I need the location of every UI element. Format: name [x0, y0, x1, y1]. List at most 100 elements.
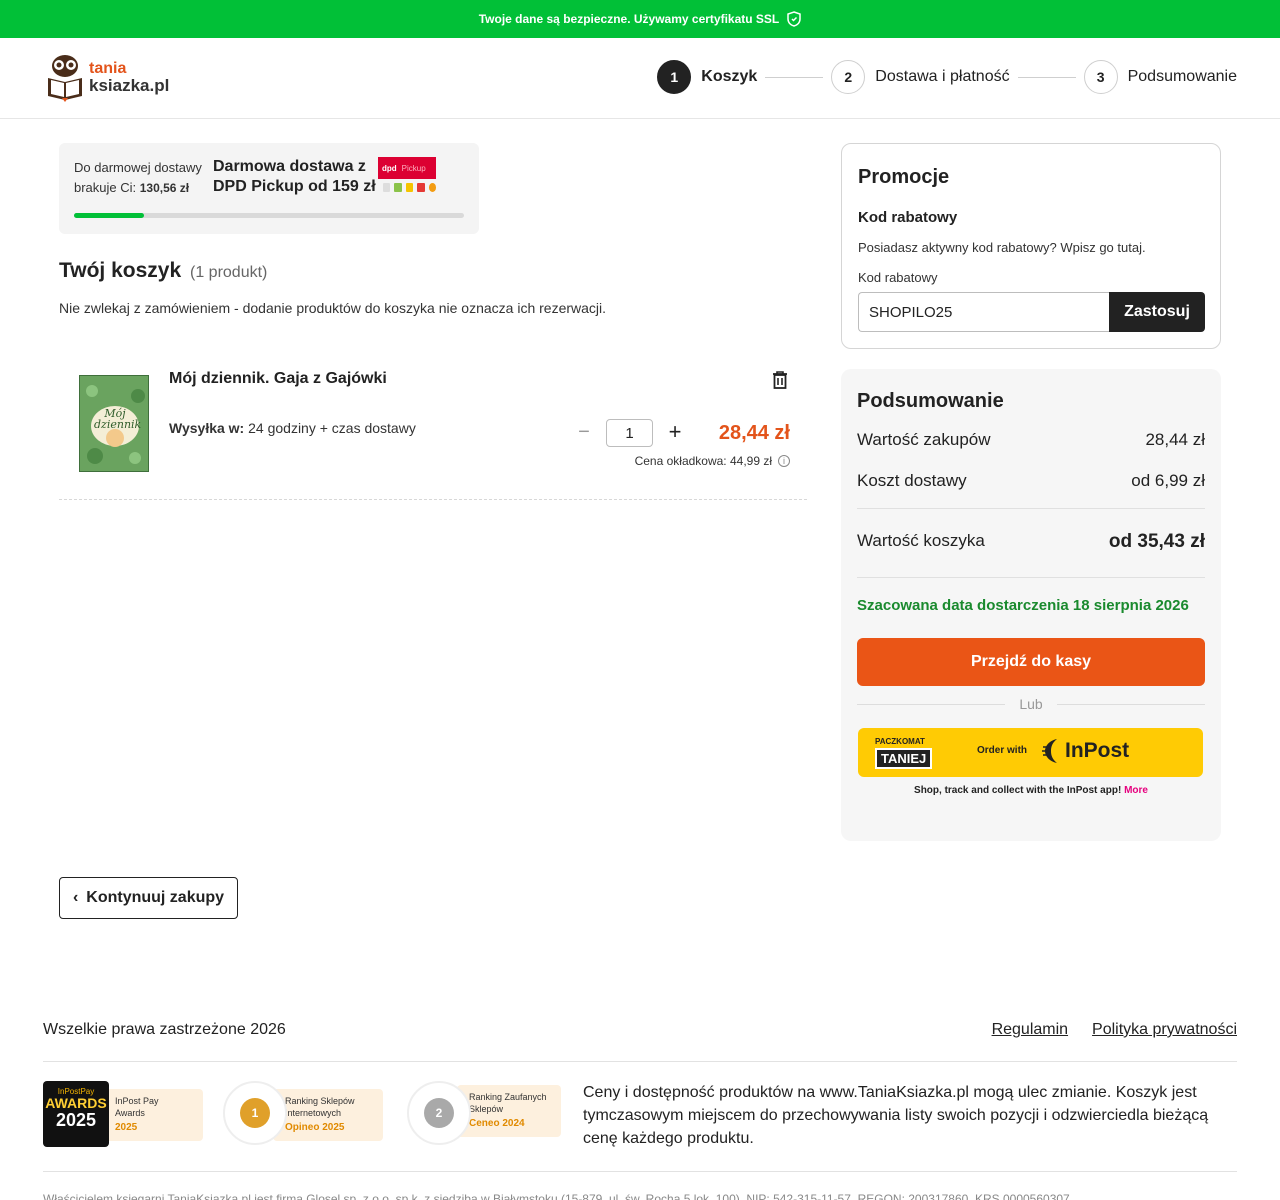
free-shipping-line2: brakuje Ci: 130,56 zł	[74, 178, 202, 198]
partner-icon	[417, 183, 425, 192]
chevron-left-icon: ‹	[72, 889, 79, 906]
inpost-mark-icon	[1042, 739, 1057, 763]
promo-line2: DPD Pickup od 159 zł	[213, 178, 376, 195]
product-name[interactable]: Mój dziennik. Gaja z Gajówki	[169, 370, 387, 388]
medal-icon: 2	[424, 1098, 454, 1128]
terms-link[interactable]: Regulamin	[992, 1021, 1068, 1039]
badge-top-text: PACZKOMAT	[875, 737, 925, 746]
separator-line	[857, 703, 1006, 705]
award-year: 2025	[115, 1122, 138, 1133]
summary-divider	[857, 508, 1205, 509]
pickup-partner-icons	[378, 183, 437, 192]
decrease-quantity-button[interactable]: −	[576, 422, 592, 442]
step-summary: 3 Podsumowanie	[1083, 60, 1237, 94]
privacy-link[interactable]: Polityka prywatności	[1092, 1021, 1237, 1039]
step-label: Koszyk	[701, 68, 758, 85]
trash-icon[interactable]	[771, 370, 789, 390]
opineo-medal: 1	[223, 1081, 287, 1145]
medal-icon: 1	[240, 1098, 270, 1128]
paczkomat-badge: PACZKOMAT TANIEJ	[875, 737, 933, 769]
header: tania ksiazka.pl 1 Koszyk 2 Dostawa i pł…	[0, 38, 1280, 119]
footer-bottom: Właścicielem księgarni TaniaKsiazka.pl j…	[43, 1171, 1237, 1200]
product-cover[interactable]: Mój dziennik	[79, 375, 149, 472]
footer-description: Ceny i dostępność produktów na www.Tania…	[583, 1084, 1209, 1147]
cart-total-row: Wartość koszyka od 35,43 zł	[857, 531, 1205, 553]
shipping-time: Wysyłka w: 24 godziny + czas dostawy	[169, 420, 416, 436]
product-price: 28,44 zł	[718, 422, 790, 444]
delivery-value: od 6,99 zł	[1131, 471, 1205, 490]
promo-panel: Promocje Kod rabatowy Posiadasz aktywny …	[841, 143, 1221, 349]
total-label: Wartość koszyka	[857, 531, 985, 550]
cover-price: Cena okładkowa: 44,99 zł i	[635, 454, 790, 468]
free-shipping-box: Do darmowej dostawy brakuje Ci: 130,56 z…	[59, 143, 479, 234]
badge-year: 2025	[55, 1110, 97, 1130]
step-cart: 1 Koszyk	[657, 60, 757, 94]
dpd-logo: dpd Pickup	[378, 157, 436, 179]
free-shipping-promo: Darmowa dostawa z DPD Pickup od 159 zł	[213, 157, 376, 197]
cart-item: Mój dziennik Mój dziennik. Gaja z Gajówk…	[59, 350, 807, 500]
inpost-brand: InPost	[1065, 739, 1130, 762]
promo-line1: Darmowa dostawa z	[213, 158, 366, 175]
inpost-pay-awards-badge: InPostPay AWARDS 2025	[43, 1081, 109, 1147]
badge-main: AWARDS	[45, 1095, 107, 1111]
free-shipping-prefix: brakuje Ci:	[74, 180, 140, 195]
award-title: InPost Pay	[115, 1096, 159, 1106]
dpd-label: dpd	[382, 163, 397, 173]
order-with-label: Order with	[977, 745, 1028, 756]
ceneo-medal: 2	[407, 1081, 471, 1145]
inpost-more-link[interactable]: More	[1124, 785, 1148, 796]
promo-subtitle: Kod rabatowy	[858, 209, 958, 226]
award-title: Awards	[115, 1108, 145, 1118]
summary-title: Podsumowanie	[857, 390, 1004, 412]
dpd-pickup-logo: dpd Pickup	[378, 157, 437, 195]
step-label: Podsumowanie	[1127, 68, 1237, 85]
award-year: Ceneo 2024	[469, 1118, 525, 1129]
continue-shopping-label: Kontynuuj zakupy	[86, 889, 225, 906]
cart-count: (1 produkt)	[190, 264, 268, 281]
increase-quantity-button[interactable]: +	[665, 421, 685, 443]
inpost-note: Shop, track and collect with the InPost …	[857, 785, 1205, 796]
inpost-note-text: Shop, track and collect with the InPost …	[914, 785, 1125, 796]
free-shipping-remaining: Do darmowej dostawy brakuje Ci: 130,56 z…	[74, 158, 202, 198]
purchase-label: Wartość zakupów	[857, 430, 991, 449]
award-title: Ranking Zaufanych	[469, 1092, 547, 1102]
ssl-text: Twoje dane są bezpieczne. Używamy certyf…	[478, 12, 780, 26]
progress-fill	[74, 213, 145, 218]
award-inpost-pay: InPost Pay Awards 2025 InPostPay AWARDS …	[43, 1081, 203, 1147]
checkout-steps: 1 Koszyk 2 Dostawa i płatność 3 Podsumow…	[657, 60, 1237, 94]
estimated-delivery-date: Szacowana data dostarczenia 18 sierpnia …	[857, 597, 1189, 614]
award-year: Opineo 2025	[285, 1122, 345, 1133]
cart-title-text: Twój koszyk	[59, 259, 182, 282]
inpost-pay-button[interactable]: PACZKOMAT TANIEJ Order with InPost	[858, 728, 1203, 777]
copyright: Wszelkie prawa zastrzeżone 2026	[43, 1021, 286, 1038]
step-connector	[765, 76, 824, 78]
award-label: Ranking Zaufanych Sklepów Ceneo 2024	[457, 1085, 561, 1137]
delivery-label: Koszt dostawy	[857, 471, 967, 490]
site-logo[interactable]: tania ksiazka.pl	[45, 52, 169, 102]
shipping-label: Wysyłka w:	[169, 420, 245, 436]
award-label: Ranking Sklepów Internetowych Opineo 202…	[273, 1089, 383, 1141]
promo-description: Posiadasz aktywny kod rabatowy? Wpisz go…	[858, 240, 1146, 255]
continue-shopping-button[interactable]: ‹ Kontynuuj zakupy	[59, 877, 238, 919]
partner-icon	[405, 183, 414, 192]
award-opineo: Ranking Sklepów Internetowych Opineo 202…	[223, 1081, 383, 1145]
checkout-button[interactable]: Przejdź do kasy	[857, 638, 1205, 686]
cart-title: Twój koszyk (1 produkt)	[59, 259, 267, 283]
quantity-input[interactable]	[606, 419, 653, 447]
award-label: InPost Pay Awards 2025	[103, 1089, 203, 1141]
award-title: Ranking Sklepów	[285, 1096, 355, 1106]
cover-price-text: Cena okładkowa: 44,99 zł	[634, 454, 772, 468]
apply-code-button[interactable]: Zastosuj	[1109, 292, 1205, 332]
cover-title: Mój dziennik	[94, 408, 141, 430]
footer-top: Wszelkie prawa zastrzeżone 2026 Regulami…	[43, 1020, 1237, 1062]
or-label: Lub	[1019, 696, 1043, 712]
missing-amount: 130,56 zł	[139, 181, 190, 195]
summary-divider	[857, 577, 1205, 578]
step-connector	[1017, 76, 1076, 78]
info-icon[interactable]: i	[778, 455, 790, 467]
discount-code-input[interactable]	[858, 292, 1110, 332]
inpost-logo: InPost	[1041, 737, 1129, 765]
purchase-value-row: Wartość zakupów 28,44 zł	[857, 430, 1205, 450]
purchase-value: 28,44 zł	[1145, 430, 1205, 449]
promo-title: Promocje	[858, 166, 950, 188]
